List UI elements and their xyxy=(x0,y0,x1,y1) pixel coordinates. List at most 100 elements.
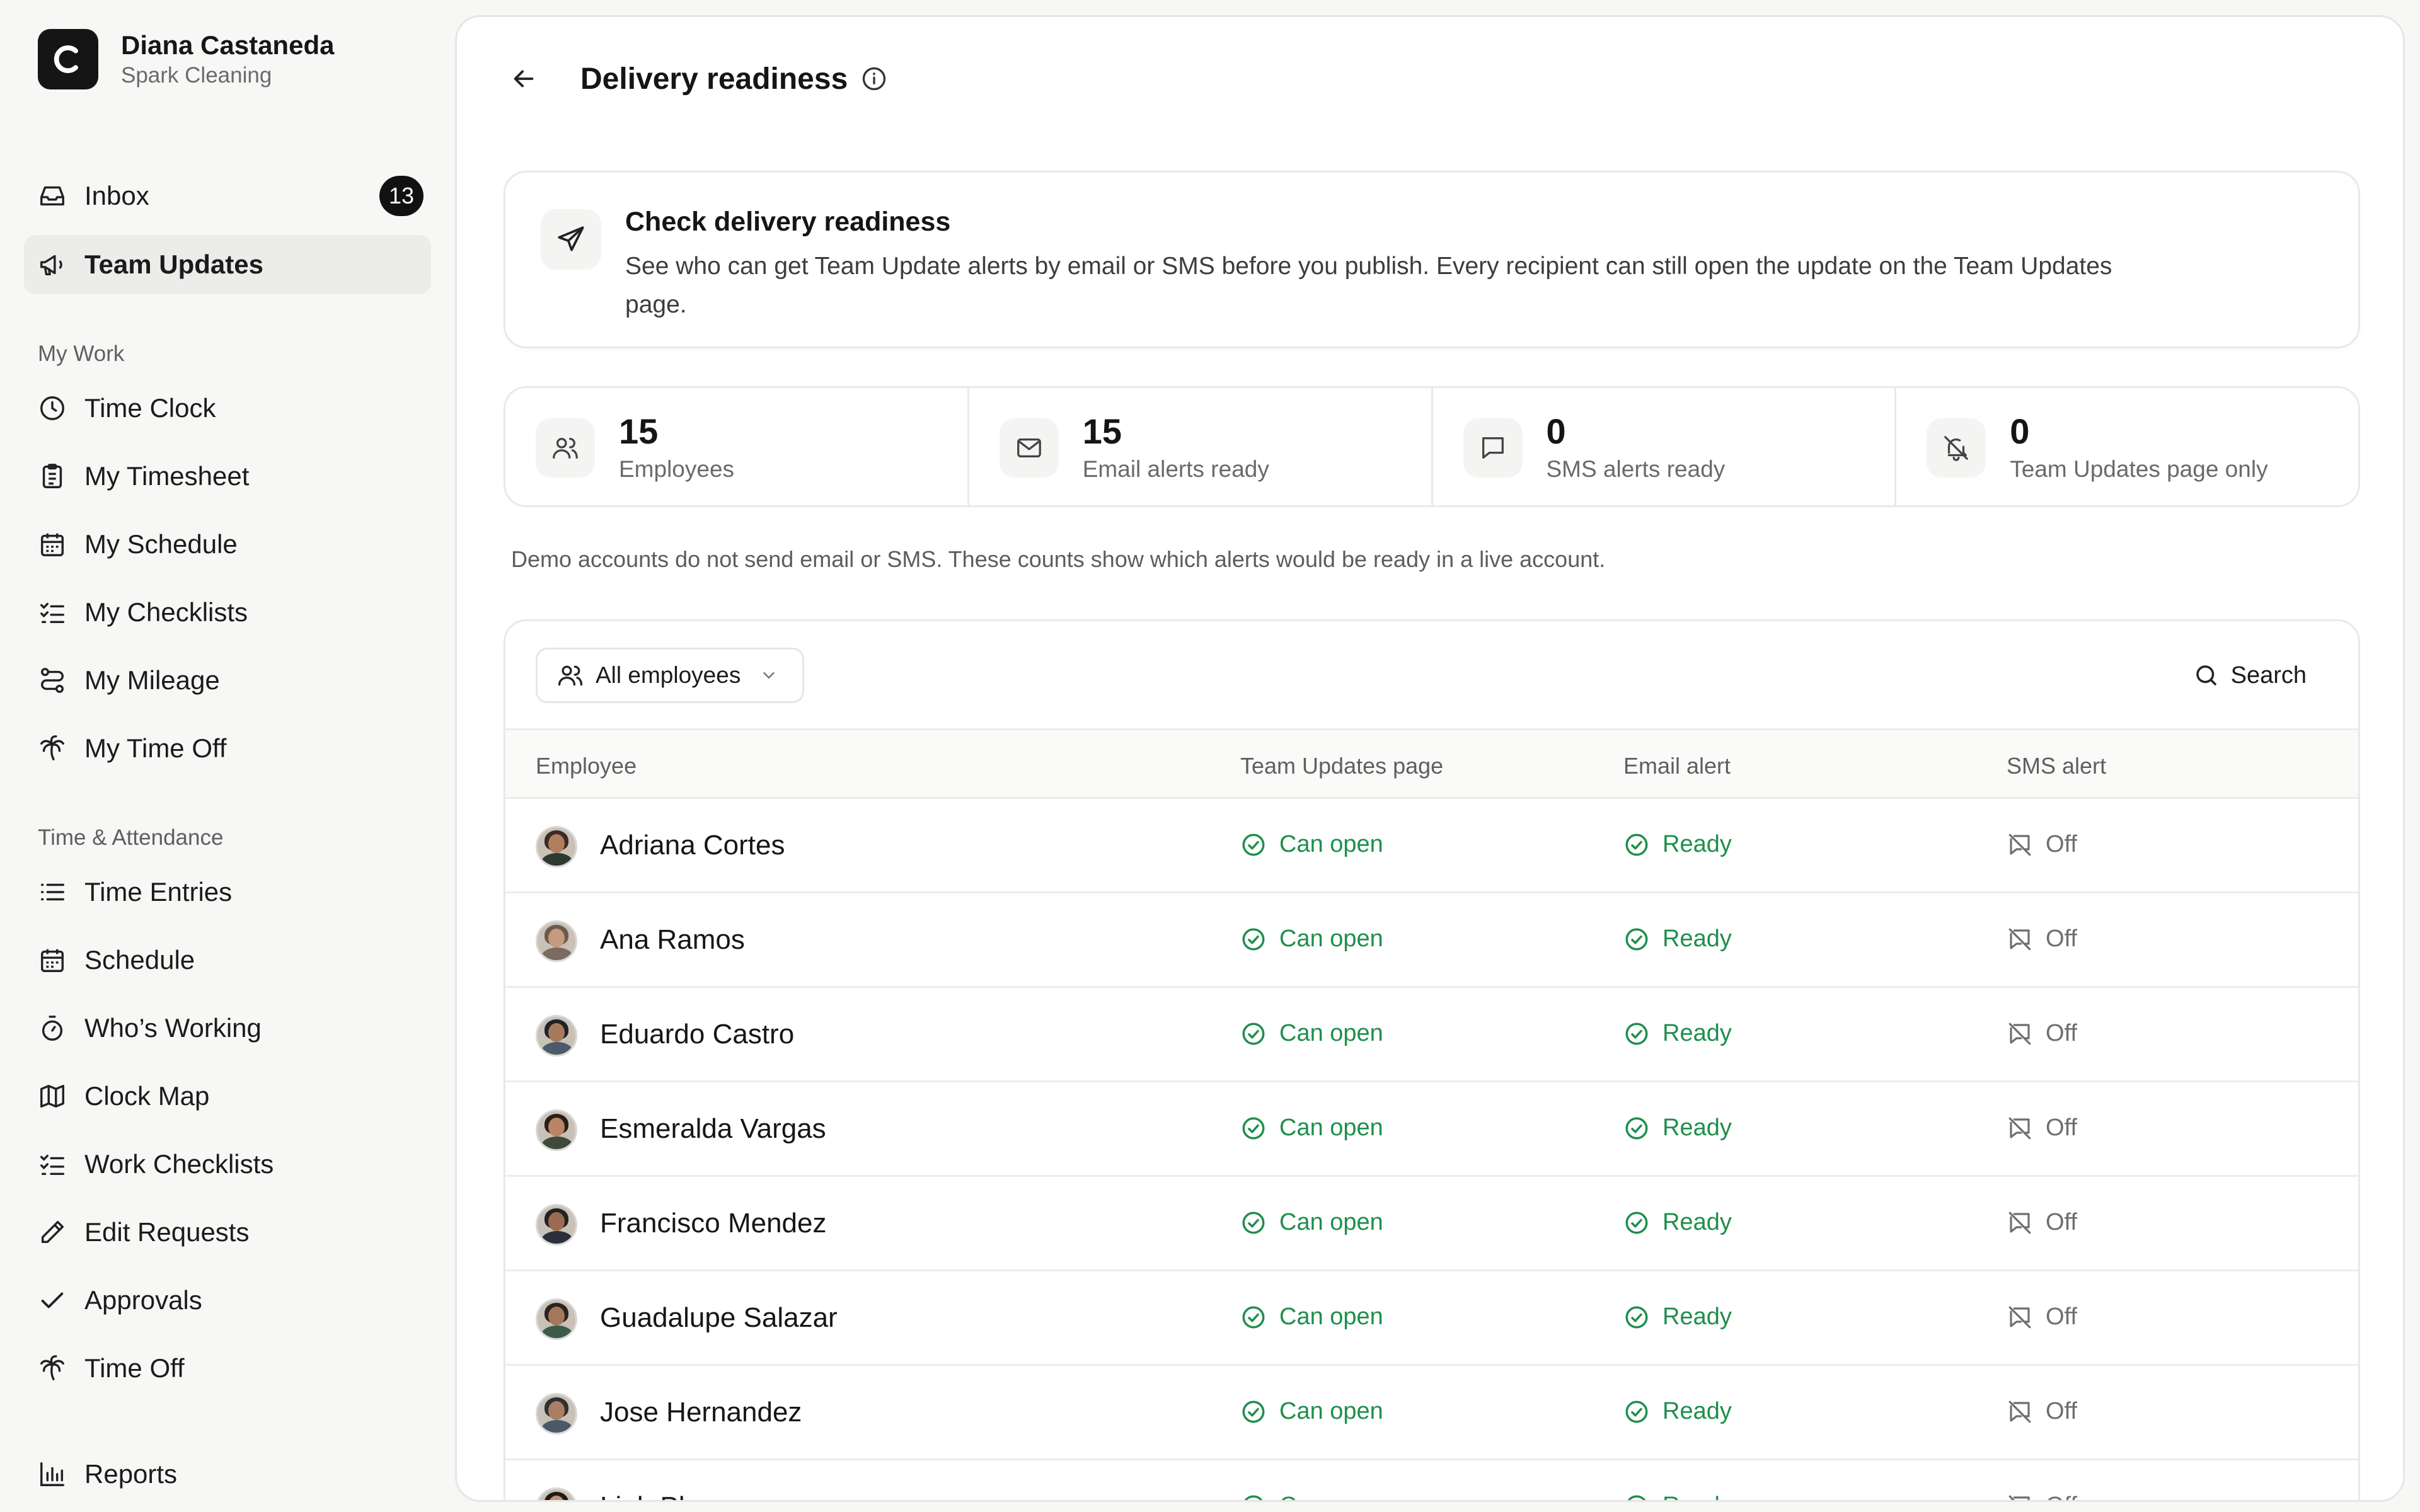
column-header-email-alert[interactable]: Email alert xyxy=(1623,753,1731,779)
sidebar-item-label: My Mileage xyxy=(84,665,220,695)
message-off-icon xyxy=(2008,1495,2030,1500)
stat-value: 15 xyxy=(619,411,659,451)
table-header: Employee Team Updates page Email alert S… xyxy=(505,728,2358,799)
employee-name: Eduardo Castro xyxy=(600,1019,795,1050)
sidebar-item-label: Time Clock xyxy=(84,393,216,423)
sidebar-item-edit-requests[interactable]: Edit Requests xyxy=(24,1203,431,1262)
sms-status: Off xyxy=(2007,1492,2077,1500)
table-row[interactable]: Adriana Cortes Can open Ready Off xyxy=(505,801,2358,893)
column-header-sms-alert[interactable]: SMS alert xyxy=(2007,753,2106,779)
inbox-count-badge: 13 xyxy=(379,176,424,216)
sidebar-item-my-time-off[interactable]: My Time Off xyxy=(24,719,431,778)
sidebar-item-label: My Time Off xyxy=(84,733,227,763)
send-icon xyxy=(541,209,601,270)
page-status-label: Can open xyxy=(1279,1020,1383,1046)
sidebar-item-my-schedule[interactable]: My Schedule xyxy=(24,515,431,574)
table-row[interactable]: Eduardo Castro Can open Ready Off xyxy=(505,990,2358,1082)
email-status: Ready xyxy=(1623,1114,1732,1142)
email-status-label: Ready xyxy=(1662,1398,1732,1424)
table-row[interactable]: Francisco Mendez Can open Ready Off xyxy=(505,1179,2358,1271)
megaphone-icon xyxy=(38,250,67,279)
column-header-employee[interactable]: Employee xyxy=(536,753,637,779)
checklist-icon xyxy=(38,598,67,627)
email-status-label: Ready xyxy=(1662,1303,1732,1330)
sidebar-item-whos-working[interactable]: Who’s Working xyxy=(24,999,431,1058)
check-circle-icon xyxy=(1242,1117,1265,1139)
clipboard-icon xyxy=(38,462,67,491)
email-status: Ready xyxy=(1623,1020,1732,1047)
info-icon[interactable] xyxy=(860,65,888,93)
sidebar-item-label: Schedule xyxy=(84,945,195,975)
sidebar-item-time-entries[interactable]: Time Entries xyxy=(24,862,431,922)
page-status: Can open xyxy=(1240,1398,1383,1425)
employee-name: Esmeralda Vargas xyxy=(600,1113,826,1144)
page-status-label: Can open xyxy=(1279,1209,1383,1235)
sidebar-item-my-mileage[interactable]: My Mileage xyxy=(24,651,431,710)
sidebar-item-label: Time Entries xyxy=(84,877,233,907)
sms-status-label: Off xyxy=(2046,1303,2077,1330)
sidebar-item-label: Inbox xyxy=(84,181,149,210)
account-org: Spark Cleaning xyxy=(121,63,272,88)
sidebar-item-label: Time Off xyxy=(84,1353,185,1383)
avatar xyxy=(536,1487,577,1500)
sidebar-item-label: Work Checklists xyxy=(84,1149,274,1179)
employee-name: Linh Pham xyxy=(600,1491,732,1500)
table-row[interactable]: Linh Pham Can open Ready Off xyxy=(505,1462,2358,1500)
email-status: Ready xyxy=(1623,1398,1732,1425)
back-button[interactable] xyxy=(506,61,541,96)
check-circle-icon xyxy=(1625,833,1648,856)
sidebar-item-time-off[interactable]: Time Off xyxy=(24,1339,431,1398)
search-button[interactable]: Search xyxy=(2193,648,2307,703)
sidebar-item-label: My Checklists xyxy=(84,597,248,627)
chevron-down-icon xyxy=(759,666,778,685)
sidebar-item-my-timesheet[interactable]: My Timesheet xyxy=(24,447,431,506)
readiness-info-card: Check delivery readiness See who can get… xyxy=(504,171,2360,348)
card-title: Check delivery readiness xyxy=(625,207,951,237)
employee-name: Francisco Mendez xyxy=(600,1208,827,1239)
avatar xyxy=(536,1298,577,1340)
table-row[interactable]: Esmeralda Vargas Can open Ready Off xyxy=(505,1084,2358,1177)
clock-icon xyxy=(38,394,67,423)
sidebar-item-time-clock[interactable]: Time Clock xyxy=(24,379,431,438)
list-icon xyxy=(38,878,67,907)
table-row[interactable]: Guadalupe Salazar Can open Ready Off xyxy=(505,1273,2358,1366)
check-circle-icon xyxy=(1242,833,1265,856)
sms-status-label: Off xyxy=(2046,1114,2077,1141)
sidebar-item-clock-map[interactable]: Clock Map xyxy=(24,1067,431,1126)
table-row[interactable]: Ana Ramos Can open Ready Off xyxy=(505,895,2358,988)
bell-off-icon xyxy=(1927,418,1986,478)
account-name: Diana Castaneda xyxy=(121,30,335,60)
sidebar: Diana Castaneda Spark Cleaning Inbox 13 … xyxy=(0,0,454,1512)
column-header-team-updates-page[interactable]: Team Updates page xyxy=(1240,753,1443,779)
check-circle-icon xyxy=(1244,1495,1263,1500)
stat-sms-ready: 0 SMS alerts ready xyxy=(1433,388,1897,505)
employee-name: Guadalupe Salazar xyxy=(600,1302,838,1333)
nav-section-my-work: My Work xyxy=(38,341,125,366)
avatar xyxy=(536,1109,577,1151)
sidebar-item-label: Edit Requests xyxy=(84,1217,250,1247)
page-status: Can open xyxy=(1240,1114,1383,1142)
email-status-label: Ready xyxy=(1662,1114,1732,1141)
sidebar-item-inbox[interactable]: Inbox 13 xyxy=(24,166,431,226)
users-icon xyxy=(536,418,595,478)
checklist-icon xyxy=(38,1150,67,1179)
search-label: Search xyxy=(2230,662,2307,689)
sidebar-item-work-checklists[interactable]: Work Checklists xyxy=(24,1135,431,1194)
employee-filter-dropdown[interactable]: All employees xyxy=(536,648,804,703)
message-off-icon xyxy=(2008,1022,2031,1045)
email-status-label: Ready xyxy=(1662,925,1732,952)
page-status: Can open xyxy=(1240,1020,1383,1047)
table-row[interactable]: Jose Hernandez Can open Ready Off xyxy=(505,1368,2358,1460)
stat-value: 15 xyxy=(1082,411,1122,451)
sidebar-item-my-checklists[interactable]: My Checklists xyxy=(24,583,431,642)
page-status-label: Can open xyxy=(1279,831,1383,857)
sidebar-item-schedule[interactable]: Schedule xyxy=(24,931,431,990)
sidebar-item-reports[interactable]: Reports xyxy=(24,1445,431,1504)
check-circle-icon xyxy=(1242,928,1265,950)
page-status-label: Can open xyxy=(1279,1398,1383,1424)
page-status-label: Can open xyxy=(1279,1492,1383,1500)
sidebar-item-approvals[interactable]: Approvals xyxy=(24,1271,431,1330)
sidebar-item-team-updates[interactable]: Team Updates xyxy=(24,235,431,294)
users-icon xyxy=(556,662,584,689)
account-switcher[interactable]: Diana Castaneda Spark Cleaning xyxy=(38,29,334,89)
